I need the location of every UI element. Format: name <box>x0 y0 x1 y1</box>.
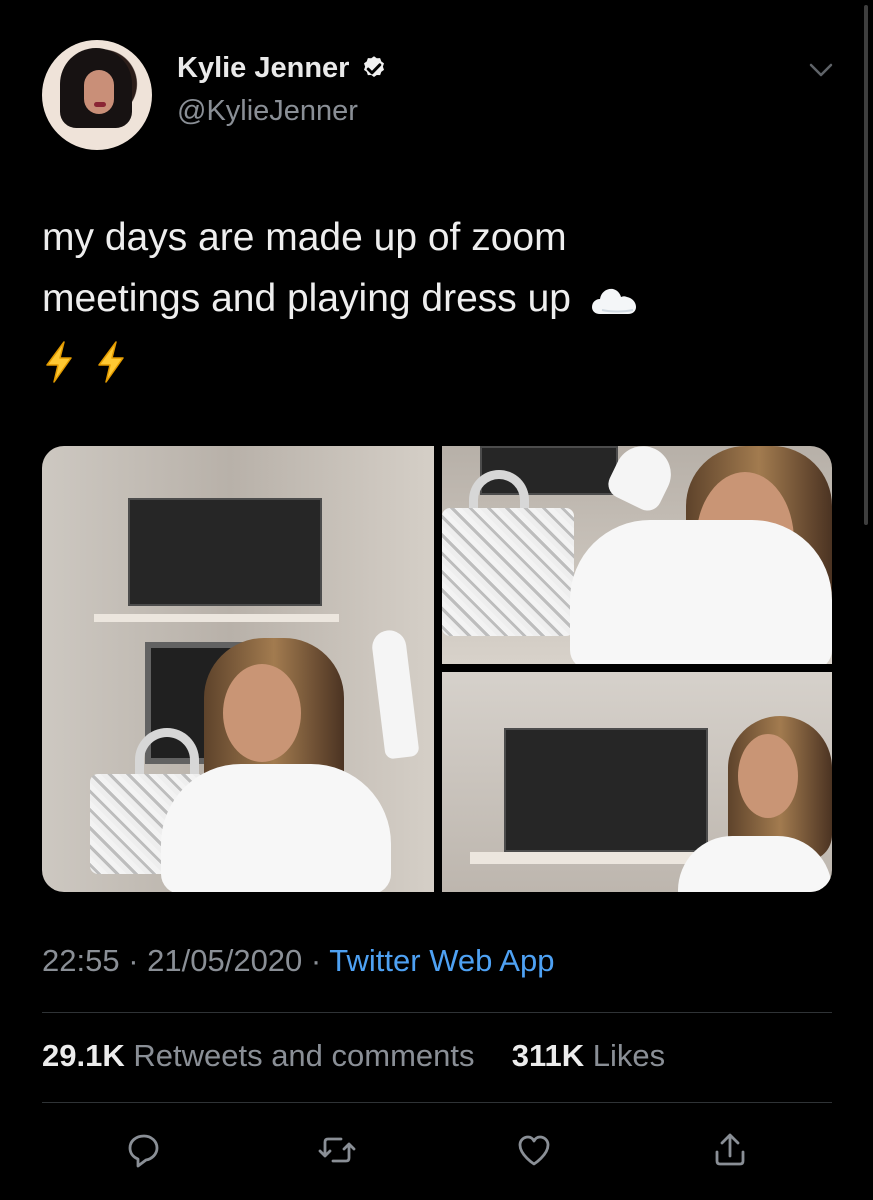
scrollbar[interactable] <box>864 5 868 525</box>
shelf-shape <box>94 614 339 622</box>
cloud-emoji-icon <box>591 288 636 314</box>
tweet-metadata: 22:55 · 21/05/2020 · Twitter Web App <box>42 943 554 979</box>
likes-count: 311K <box>511 1038 585 1073</box>
person-face-shape <box>738 734 798 818</box>
author-display-name[interactable]: Kylie Jenner <box>177 52 349 85</box>
retweets-count: 29.1K <box>42 1038 125 1073</box>
tweet-text-line-2-content: meetings and playing dress up <box>42 277 571 320</box>
likes-stat[interactable]: 311K Likes <box>503 1038 665 1073</box>
retweet-icon <box>318 1137 356 1163</box>
author-name-row[interactable]: Kylie Jenner <box>177 52 389 85</box>
boot-shape <box>370 628 420 760</box>
like-button[interactable] <box>510 1126 558 1174</box>
heart-icon <box>518 1135 550 1166</box>
retweets-stat[interactable]: 29.1K Retweets and comments <box>42 1038 483 1073</box>
tweet-date[interactable]: 21/05/2020 <box>147 943 302 978</box>
tweet-source-link[interactable]: Twitter Web App <box>329 943 554 978</box>
share-button[interactable] <box>706 1126 754 1174</box>
likes-label: Likes <box>592 1038 666 1073</box>
retweets-label: Retweets and comments <box>133 1038 475 1073</box>
share-icon <box>715 1133 745 1166</box>
tweet-text-line-3 <box>42 329 832 390</box>
high-voltage-emoji-icon <box>46 340 72 383</box>
meta-separator: · <box>302 943 330 978</box>
tweet-time[interactable]: 22:55 <box>42 943 120 978</box>
divider <box>42 1012 832 1013</box>
chevron-down-icon[interactable] <box>808 58 834 80</box>
meta-separator: · <box>119 943 148 978</box>
avatar-lips <box>94 102 106 107</box>
tweet-detail: Kylie Jenner @KylieJenner my days are ma… <box>0 0 873 1200</box>
bag-shape <box>442 508 574 636</box>
reply-button[interactable] <box>119 1126 167 1174</box>
high-voltage-emoji-icon <box>98 340 124 383</box>
person-shirt-shape <box>161 764 391 892</box>
person-face-shape <box>223 664 301 762</box>
tweet-text-line-2: meetings and playing dress up <box>42 268 832 329</box>
reply-icon <box>128 1134 159 1168</box>
tweet-text: my days are made up of zoom meetings and… <box>42 207 832 390</box>
photo-3[interactable] <box>442 672 832 892</box>
avatar-face <box>84 70 114 114</box>
tweet-text-line-1-content: my days are made up of zoom <box>42 216 567 259</box>
avatar[interactable] <box>42 40 152 150</box>
verified-badge-icon <box>364 55 385 77</box>
tweet-stats: 29.1K Retweets and comments 311K Likes <box>42 1038 665 1074</box>
divider <box>42 1102 832 1103</box>
photo-1[interactable] <box>42 446 434 892</box>
tweet-text-line-1: my days are made up of zoom <box>42 207 832 268</box>
shelf-shape <box>470 852 720 864</box>
tv-shape <box>504 728 708 852</box>
tv-shape <box>128 498 322 606</box>
photo-2[interactable] <box>442 446 832 664</box>
author-handle[interactable]: @KylieJenner <box>177 95 358 128</box>
retweet-button[interactable] <box>313 1126 361 1174</box>
tweet-media-grid <box>42 446 832 892</box>
tweet-actions <box>0 1126 873 1178</box>
person-shirt-shape <box>570 520 832 664</box>
